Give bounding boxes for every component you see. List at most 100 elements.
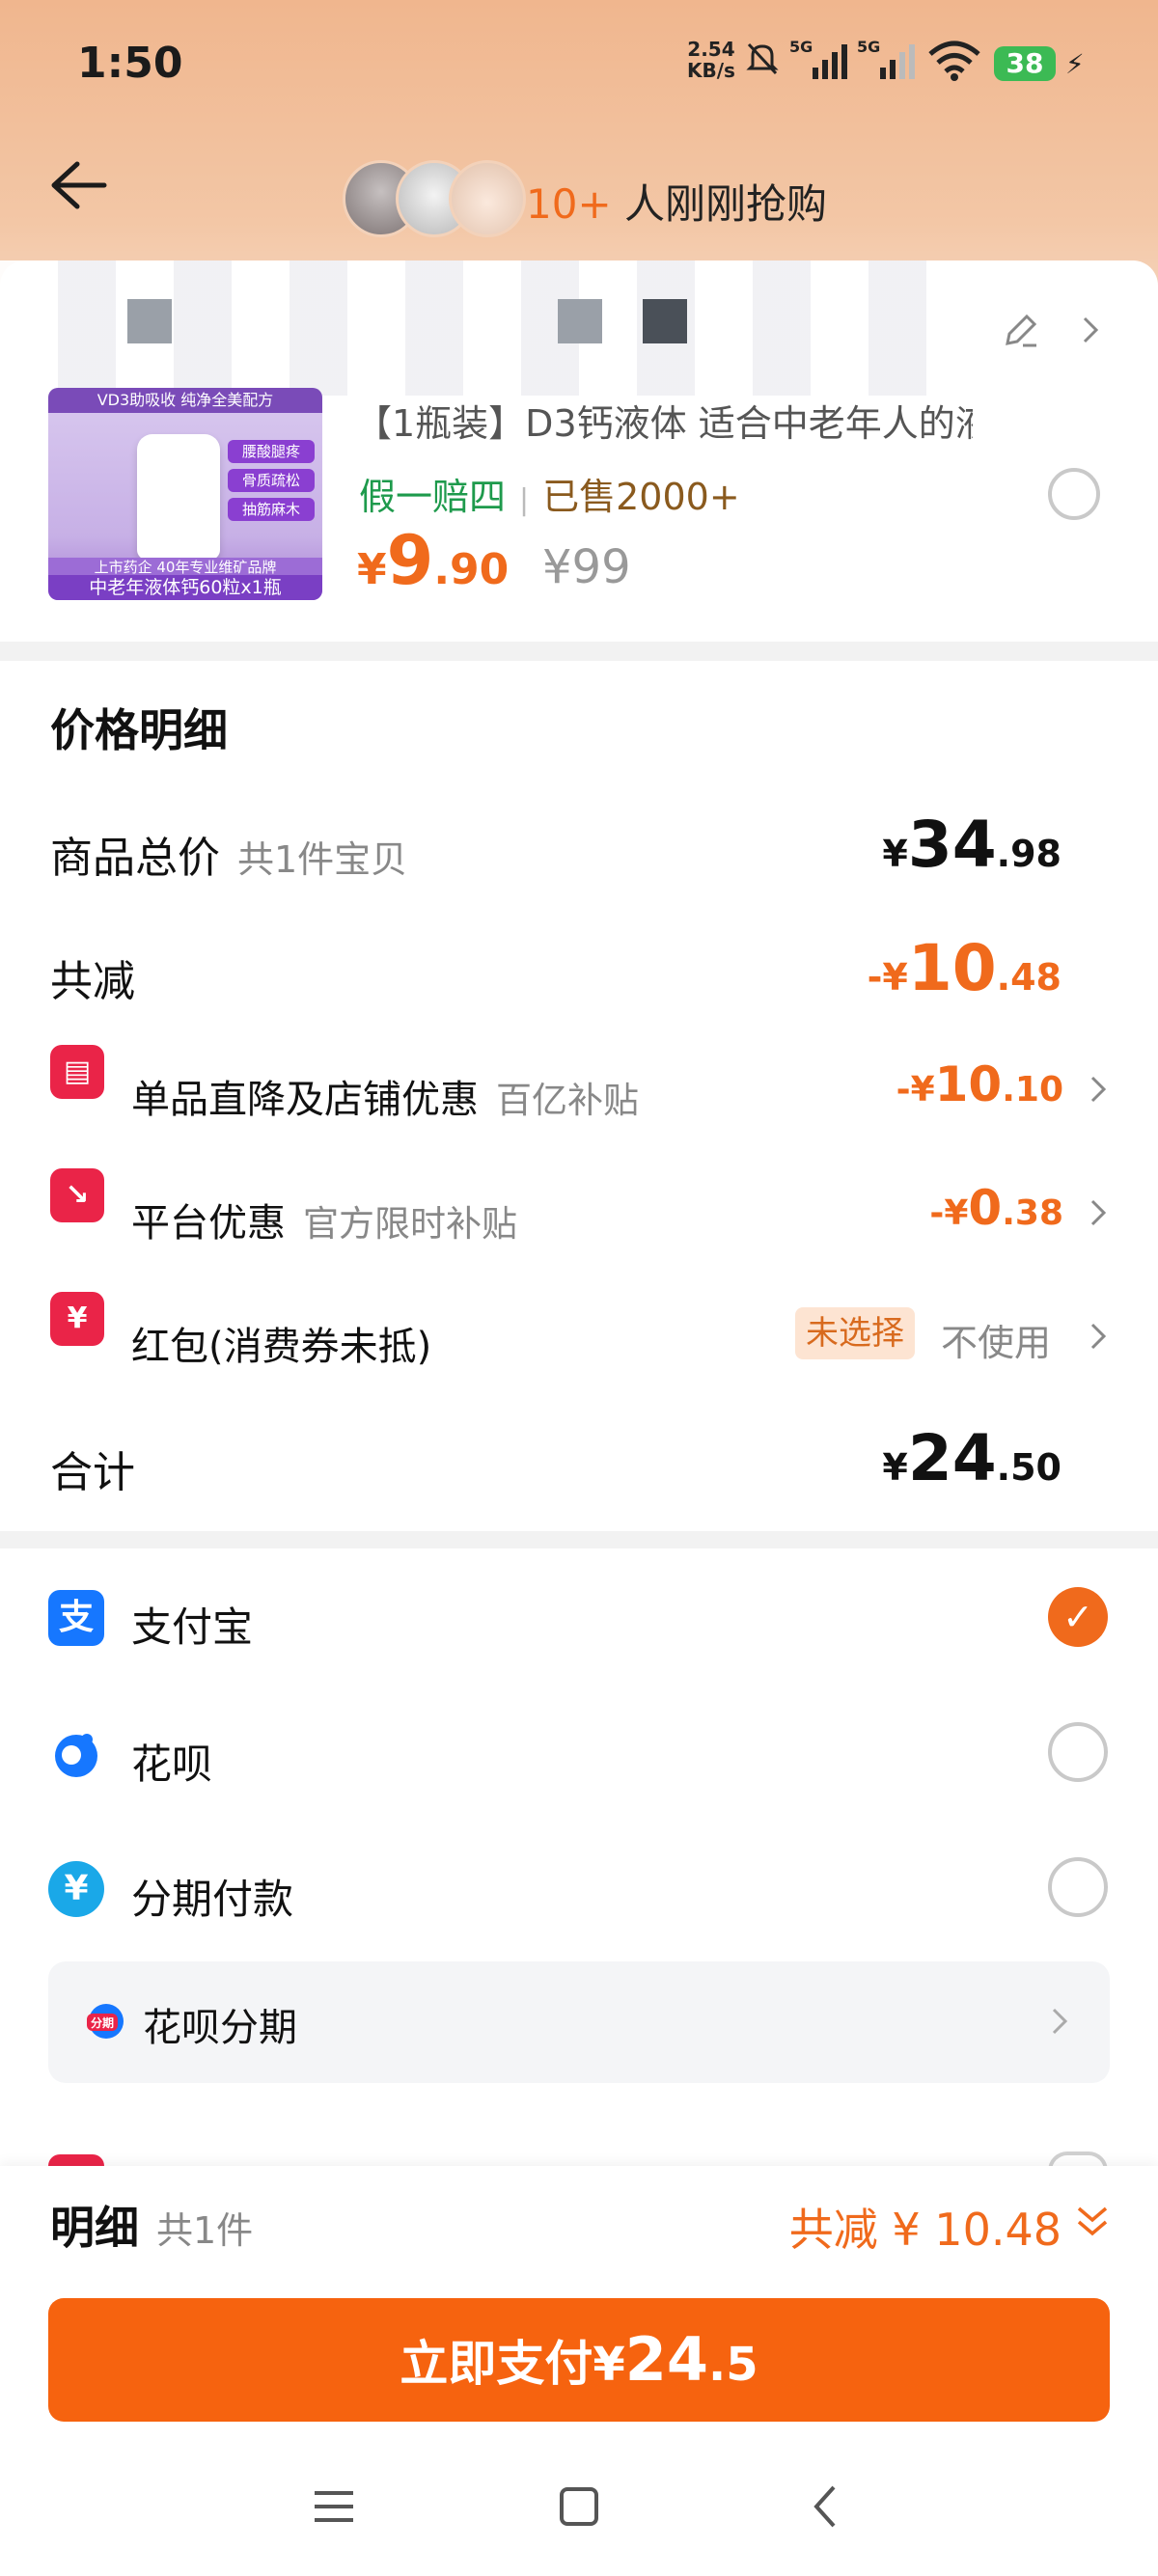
status-bar: 1:50 2.54 KB/s 5G 5G 38 ⚡ <box>0 0 1158 135</box>
huabei-icon <box>55 1734 97 1777</box>
edit-icon[interactable] <box>1000 309 1042 351</box>
signal-5g-icon-2: 5G <box>857 38 915 79</box>
price-decimal: .90 <box>433 545 510 594</box>
product-image[interactable]: VD3助吸收 纯净全美配方 腰酸腿疼 骨质疏松 抽筋麻木 上市药企 40年专业维… <box>48 388 322 600</box>
product-image-subline: 上市药企 40年专业维矿品牌 <box>48 558 322 577</box>
store-discount-row[interactable]: 单品直降及店铺优惠 百亿补贴 <box>131 1068 639 1124</box>
total-price-hint: 共1件宝贝 <box>237 838 408 881</box>
amount-decimal: .48 <box>996 956 1062 999</box>
net-speed: 2.54 KB/s <box>687 39 735 81</box>
huabei-installment-option[interactable]: 分期 花呗分期 <box>48 1961 1110 2083</box>
amount-currency: ¥ <box>882 833 908 875</box>
chevron-right-icon[interactable] <box>1048 2002 1071 2041</box>
signal-2-label: 5G <box>857 38 880 56</box>
huabei-installment-icon-text: 分期 <box>91 2015 114 2030</box>
signal-5g-icon: 5G <box>789 38 847 79</box>
store-icon: ▤ <box>50 1045 104 1099</box>
mosaic-block <box>127 299 172 343</box>
amount-integer: 34 <box>907 808 997 882</box>
sum-label: 合计 <box>50 1448 135 1497</box>
payment-method-installment[interactable]: 分期付款 <box>131 1867 293 1926</box>
amount-decimal: .98 <box>996 833 1062 875</box>
mosaic-block <box>643 299 687 343</box>
recent-buyers-text: 10+ 人刚刚抢购 <box>526 172 827 231</box>
buyer-avatars <box>343 160 526 241</box>
amount-currency: ¥ <box>882 1446 908 1489</box>
pay-now-button[interactable]: 立即支付¥24.5 <box>48 2298 1110 2422</box>
store-discount-amount: -¥10.10 <box>896 1056 1063 1112</box>
guarantee-tag: 假一赔四 <box>359 476 507 518</box>
alipay-icon: 支 <box>48 1590 104 1646</box>
menu-icon[interactable] <box>305 2478 363 2535</box>
amount-decimal: .10 <box>1002 1070 1063 1110</box>
amount-currency: -¥ <box>929 1193 969 1233</box>
wifi-icon <box>928 41 980 81</box>
price-currency: ¥ <box>357 545 387 594</box>
red-packet-icon: ¥ <box>50 1292 104 1346</box>
product-image-banner: VD3助吸收 纯净全美配方 <box>48 388 322 413</box>
back-arrow-icon[interactable] <box>44 156 112 214</box>
sum-amount: ¥24.50 <box>882 1421 1062 1495</box>
chevron-right-icon[interactable] <box>1085 1317 1112 1356</box>
payment-methods-card: 支 支付宝 ✓ 花呗 ¥ 分期付款 分期 花呗分期 <box>0 1548 1158 2171</box>
pay-button-label: 立即支付 <box>400 2336 593 2392</box>
product-price: ¥9.90 <box>357 521 509 600</box>
detail-count: 共1件 <box>156 2209 254 2252</box>
red-packet-label[interactable]: 红包(消费券未抵) <box>131 1315 431 1371</box>
discount-amount: -¥10.48 <box>868 931 1062 1005</box>
product-select-radio[interactable] <box>1048 468 1100 520</box>
huabei-radio[interactable] <box>1048 1722 1108 1782</box>
amount-currency: -¥ <box>896 1070 935 1110</box>
sold-count: 已售2000+ <box>542 476 740 518</box>
check-icon[interactable]: ✓ <box>1048 1587 1108 1647</box>
charging-icon: ⚡ <box>1065 48 1085 80</box>
chevron-right-icon[interactable] <box>1079 313 1102 347</box>
chevron-right-icon[interactable] <box>1085 1070 1112 1109</box>
product-title: 【1瓶装】D3钙液体 适合中老年人的液 <box>355 402 973 445</box>
original-price: ¥99 <box>542 540 631 594</box>
buyer-count: 10+ <box>526 180 612 228</box>
mosaic-block <box>558 299 602 343</box>
system-nav-bar <box>0 2431 1158 2576</box>
status-time: 1:50 <box>77 39 183 88</box>
payment-method-huabei[interactable]: 花呗 <box>131 1732 212 1791</box>
amount-integer: 0 <box>968 1180 1003 1236</box>
buyer-label: 人刚刚抢购 <box>624 180 828 228</box>
double-chevron-down-icon[interactable] <box>1073 2201 1112 2243</box>
detail-label[interactable]: 明细 <box>50 2193 139 2257</box>
pay-currency: ¥ <box>593 2338 625 2392</box>
discount-label: 共减 <box>50 957 135 1006</box>
installment-radio[interactable] <box>1048 1857 1108 1917</box>
product-card[interactable]: VD3助吸收 纯净全美配方 腰酸腿疼 骨质疏松 抽筋麻木 上市药企 40年专业维… <box>0 260 1158 642</box>
price-detail-title: 价格明细 <box>50 704 228 756</box>
total-price-amount: ¥34.98 <box>882 808 1062 882</box>
amount-integer: 10 <box>907 931 997 1005</box>
huabei-installment-label: 花呗分期 <box>143 2006 297 2050</box>
huabei-installment-icon: 分期 <box>87 2004 124 2039</box>
net-speed-value: 2.54 <box>687 38 735 61</box>
amount-decimal: .38 <box>1002 1193 1063 1233</box>
total-price-row: 商品总价 共1件宝贝 <box>50 823 407 885</box>
platform-discount-label: 平台优惠 <box>131 1201 286 1246</box>
product-tags: 假一赔四 | 已售2000+ <box>359 467 740 520</box>
tag-divider: | <box>519 483 530 517</box>
platform-discount-row[interactable]: 平台优惠 官方限时补贴 <box>131 1192 517 1247</box>
back-icon[interactable] <box>797 2478 855 2535</box>
payment-method-alipay[interactable]: 支付宝 <box>131 1595 253 1654</box>
total-price-label: 商品总价 <box>50 834 220 883</box>
image-tag: 抽筋麻木 <box>228 498 315 521</box>
amount-decimal: .50 <box>996 1446 1062 1489</box>
avatar <box>449 160 526 237</box>
installment-icon: ¥ <box>48 1861 104 1917</box>
price-integer: 9 <box>386 521 434 600</box>
red-packet-value[interactable]: 不使用 <box>941 1313 1051 1366</box>
platform-discount-icon: ↘ <box>50 1168 104 1222</box>
unselected-badge: 未选择 <box>795 1307 915 1359</box>
total-saving[interactable]: 共减 ¥ 10.48 <box>789 2195 1062 2259</box>
amount-integer: 10 <box>934 1056 1003 1112</box>
chevron-right-icon[interactable] <box>1085 1193 1112 1232</box>
product-bottle <box>137 434 220 560</box>
image-tag: 腰酸腿疼 <box>228 440 315 463</box>
home-icon[interactable] <box>550 2478 608 2535</box>
pay-integer: 24 <box>624 2324 709 2395</box>
